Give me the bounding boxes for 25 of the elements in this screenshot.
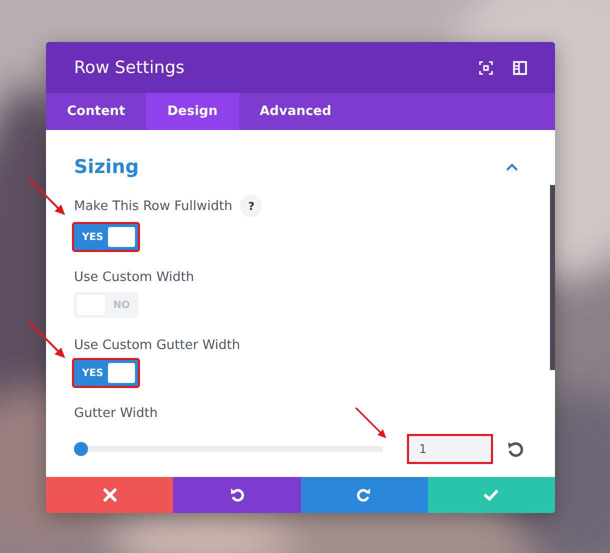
tab[interactable]: Advanced	[238, 93, 352, 130]
undo-icon	[230, 488, 244, 502]
close-icon	[102, 488, 117, 502]
annotation-arrow	[28, 178, 66, 216]
chevron-icon[interactable]	[505, 162, 519, 172]
tab[interactable]: Content	[46, 93, 146, 130]
field-label: Make This Row Fullwidth	[74, 198, 232, 214]
checkmark-icon	[484, 488, 498, 502]
tab[interactable]: Design	[146, 93, 239, 130]
toggle-switch[interactable]: YES	[72, 358, 140, 388]
field-label: Use Custom Width	[74, 270, 194, 285]
annotation-arrow	[28, 321, 66, 359]
redo-icon	[357, 488, 372, 502]
slider-thumb[interactable]	[74, 442, 88, 456]
window-title: Row Settings	[74, 58, 186, 78]
reset-icon[interactable]	[507, 441, 523, 457]
sidebar-icon[interactable]	[513, 60, 527, 74]
toggle-switch[interactable]: YES	[72, 222, 140, 252]
field-label: Gutter Width	[74, 406, 158, 421]
value-field[interactable]: 1	[407, 434, 493, 464]
cancel-button[interactable]	[46, 477, 174, 513]
help-icon[interactable]: ?	[240, 195, 262, 217]
field-label: Use Custom Gutter Width	[74, 338, 240, 353]
section-title: Sizing	[74, 156, 139, 178]
fullscreen-icon[interactable]	[479, 60, 493, 74]
